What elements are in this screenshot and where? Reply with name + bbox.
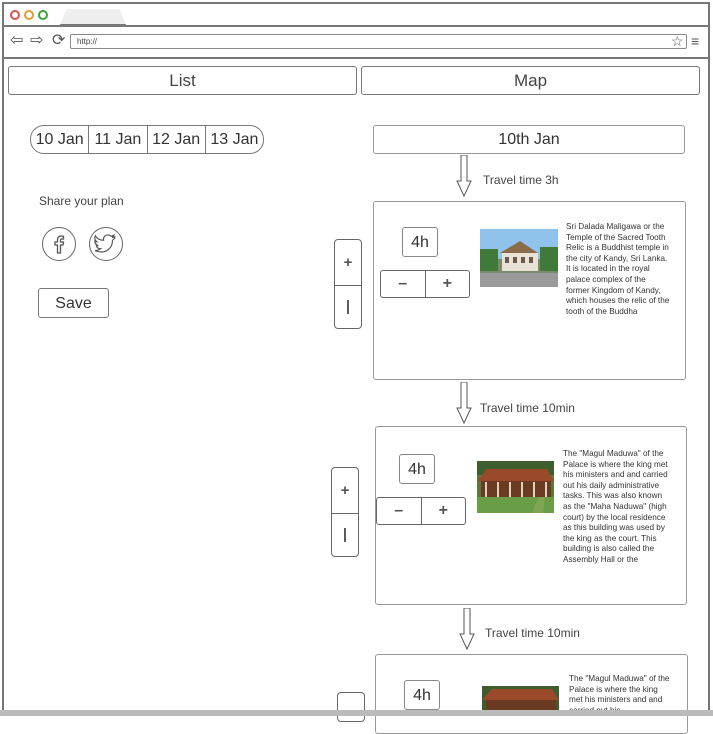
forward-arrow-icon[interactable]: ⇨ [30,33,43,49]
toolbar-divider [4,57,708,59]
decrease-button[interactable]: – [377,498,422,524]
back-arrow-icon[interactable]: ⇦ [10,33,23,49]
side-divider [335,285,361,286]
date-selector: 10 Jan 11 Jan 12 Jan 13 Jan [30,125,264,154]
day-title: 10th Jan [373,125,685,154]
side-increase-button[interactable]: + [332,482,358,499]
duration-box: 4h [402,227,438,257]
stop-description: Sri Dalada Maligawa or the Temple of the… [566,222,670,316]
side-stepper [337,692,365,722]
maximize-window-icon[interactable] [38,10,48,20]
side-divider [332,513,358,514]
side-drag-handle[interactable]: | [335,298,361,315]
side-stepper: + | [331,467,359,557]
date-option[interactable]: 11 Jan [89,126,148,153]
minimize-window-icon[interactable] [24,10,34,20]
date-option[interactable]: 13 Jan [206,126,263,153]
temple-image [480,229,558,287]
down-arrow-icon [456,155,472,197]
close-window-icon[interactable] [10,10,20,20]
duration-box: 4h [399,454,435,484]
duration-stepper: – + [376,497,466,525]
facebook-icon[interactable] [42,227,76,261]
tab-divider [4,25,708,27]
tab-list[interactable]: List [8,66,357,95]
tab-map[interactable]: Map [361,66,700,95]
date-option[interactable]: 10 Jan [31,126,90,153]
travel-time-label: Travel time 10min [480,401,575,415]
increase-button[interactable]: + [422,498,466,524]
browser-tab[interactable] [60,9,126,25]
date-option[interactable]: 12 Jan [148,126,206,153]
save-button[interactable]: Save [38,288,109,318]
reload-icon[interactable]: ⟳ [52,33,65,49]
menu-icon[interactable]: ≡ [691,33,699,49]
duration-stepper: – + [380,270,470,298]
duration-box: 4h [404,680,440,710]
travel-time-label: Travel time 3h [483,173,559,187]
url-bar[interactable]: http:// [70,34,687,49]
travel-time-label: Travel time 10min [485,626,580,640]
palace-image [477,461,554,513]
side-drag-handle[interactable]: | [332,526,358,543]
decrease-button[interactable]: – [381,271,426,297]
stop-description: The "Magul Maduwa" of the Palace is wher… [563,449,668,564]
increase-button[interactable]: + [426,271,470,297]
share-label: Share your plan [39,194,124,208]
side-increase-button[interactable]: + [335,254,361,271]
down-arrow-icon [459,608,475,650]
side-stepper: + | [334,239,362,329]
bookmark-star-icon[interactable]: ☆ [671,33,684,50]
down-arrow-icon [456,382,472,424]
twitter-icon[interactable] [89,227,123,261]
bottom-scroll-edge [0,710,713,716]
